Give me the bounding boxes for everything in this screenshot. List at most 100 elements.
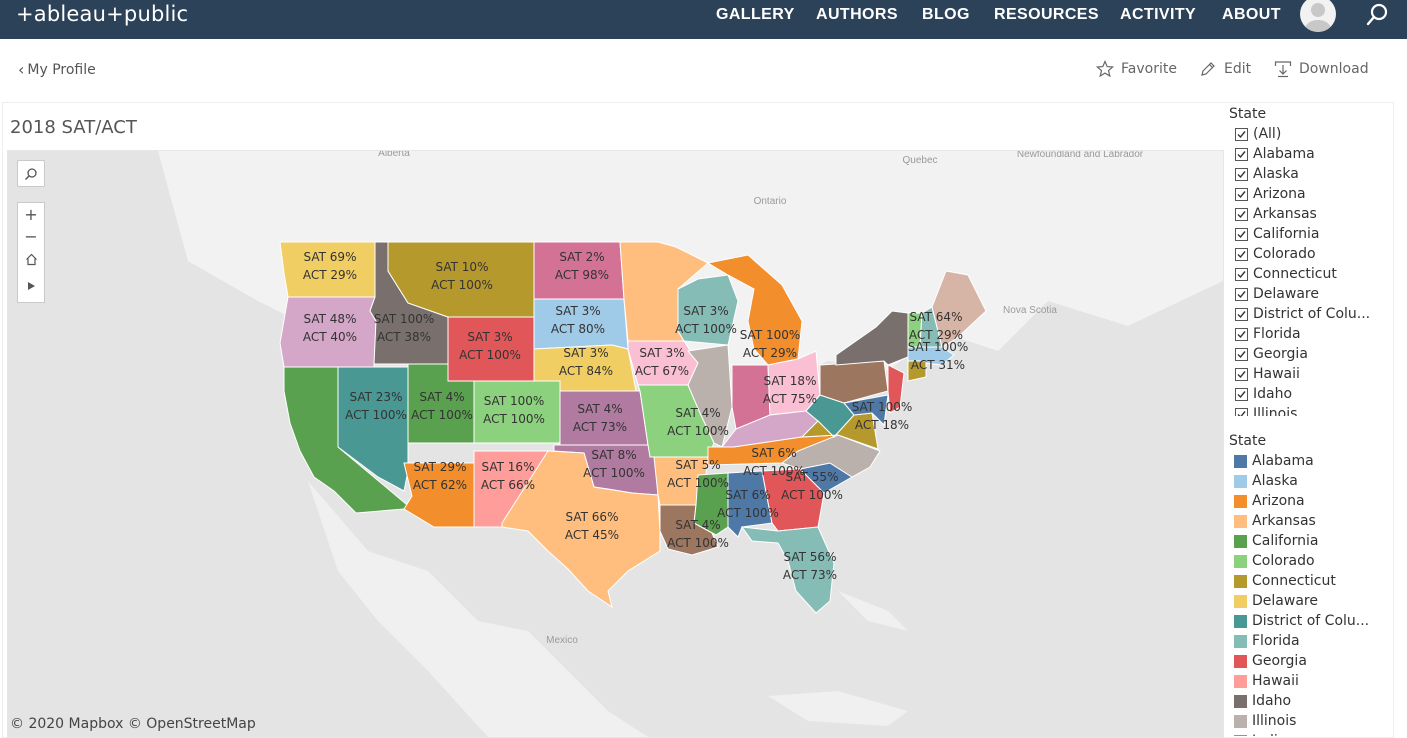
legend-item[interactable]: Illinois bbox=[1229, 711, 1399, 731]
legend-item[interactable]: Arkansas bbox=[1229, 511, 1399, 531]
state-filter-option[interactable]: Florida bbox=[1229, 324, 1399, 344]
nav-blog[interactable]: BLOG bbox=[922, 6, 970, 24]
state-act-label: ACT 84% bbox=[559, 364, 613, 378]
checkbox-checked-icon[interactable] bbox=[1235, 227, 1248, 241]
state-act-label: ACT 40% bbox=[303, 330, 357, 344]
state-filter-list: (All) Alabama Alaska Arizona Arkansas Califor… bbox=[1229, 124, 1399, 416]
legend-item[interactable]: Florida bbox=[1229, 631, 1399, 651]
state-sat-label: SAT 4% bbox=[675, 406, 720, 420]
basemap-label: Nova Scotia bbox=[1003, 305, 1057, 316]
state-act-label: ACT 67% bbox=[635, 364, 689, 378]
state-filter-option[interactable]: Hawaii bbox=[1229, 364, 1399, 384]
state-sat-label: SAT 100% bbox=[908, 340, 969, 354]
legend-item[interactable]: Colorado bbox=[1229, 551, 1399, 571]
checkbox-checked-icon[interactable] bbox=[1235, 407, 1248, 416]
reset-map-button[interactable] bbox=[18, 247, 44, 271]
legend-item[interactable]: District of Colu... bbox=[1229, 611, 1399, 631]
state-filter-option[interactable]: Alabama bbox=[1229, 144, 1399, 164]
user-avatar[interactable] bbox=[1300, 0, 1336, 32]
state-filter-option[interactable]: (All) bbox=[1229, 124, 1399, 144]
basemap-label: Quebec bbox=[902, 155, 937, 166]
checkbox-checked-icon[interactable] bbox=[1235, 267, 1248, 281]
minus-icon: − bbox=[24, 226, 38, 246]
choropleth-map[interactable]: Alberta Quebec Newfoundland and Labrador On… bbox=[8, 151, 1223, 737]
checkbox-checked-icon[interactable] bbox=[1235, 307, 1248, 321]
checkbox-checked-icon[interactable] bbox=[1235, 387, 1248, 401]
zoom-in-button[interactable]: + bbox=[18, 203, 44, 225]
expand-toolbar-button[interactable] bbox=[18, 271, 44, 301]
map-search-button[interactable] bbox=[17, 160, 45, 187]
edit-label: Edit bbox=[1224, 61, 1252, 77]
state-filter-option[interactable]: Colorado bbox=[1229, 244, 1399, 264]
checkbox-checked-icon[interactable] bbox=[1235, 347, 1248, 361]
state-act-label: ACT 100% bbox=[781, 488, 843, 502]
legend-item[interactable]: Alabama bbox=[1229, 451, 1399, 471]
state-act-label: ACT 100% bbox=[459, 348, 521, 362]
download-button[interactable]: Download bbox=[1274, 60, 1369, 78]
map-attribution[interactable]: © 2020 Mapbox © OpenStreetMap bbox=[10, 716, 256, 732]
checkbox-checked-icon[interactable] bbox=[1235, 167, 1248, 181]
legend-item[interactable]: Arizona bbox=[1229, 491, 1399, 511]
state-filter-option[interactable]: California bbox=[1229, 224, 1399, 244]
basemap-label: Alberta bbox=[378, 151, 410, 159]
legend-item[interactable]: Alaska bbox=[1229, 471, 1399, 491]
checkbox-checked-icon[interactable] bbox=[1235, 147, 1248, 161]
state-act-label: ACT 100% bbox=[667, 476, 729, 490]
state-legend-title: State bbox=[1229, 433, 1267, 449]
state-filter-option[interactable]: Idaho bbox=[1229, 384, 1399, 404]
nav-authors[interactable]: AUTHORS bbox=[816, 6, 898, 24]
state-filter-option[interactable]: Delaware bbox=[1229, 284, 1399, 304]
zoom-out-button[interactable]: − bbox=[18, 225, 44, 247]
state-sat-label: SAT 56% bbox=[784, 550, 837, 564]
state-sat-label: SAT 29% bbox=[414, 460, 467, 474]
side-panel: State (All) Alabama Alaska Arizona Arkansas C… bbox=[1229, 104, 1399, 736]
map-search-icon bbox=[25, 167, 37, 180]
back-to-profile-link[interactable]: ‹ My Profile bbox=[18, 60, 96, 79]
state-filter-option[interactable]: District of Colu... bbox=[1229, 304, 1399, 324]
state-act-label: ACT 66% bbox=[481, 478, 535, 492]
nav-activity[interactable]: ACTIVITY bbox=[1120, 6, 1196, 24]
checkbox-checked-icon[interactable] bbox=[1235, 367, 1248, 381]
search-icon[interactable] bbox=[1365, 2, 1391, 28]
state-sat-label: SAT 48% bbox=[304, 312, 357, 326]
nav-about[interactable]: ABOUT bbox=[1222, 6, 1281, 24]
play-icon bbox=[28, 282, 35, 290]
legend-item[interactable]: Georgia bbox=[1229, 651, 1399, 671]
nav-resources[interactable]: RESOURCES bbox=[994, 6, 1099, 24]
favorite-button[interactable]: Favorite bbox=[1096, 60, 1177, 78]
nav-gallery[interactable]: GALLERY bbox=[716, 6, 795, 24]
state-sat-label: SAT 23% bbox=[350, 390, 403, 404]
state-filter-option[interactable]: Connecticut bbox=[1229, 264, 1399, 284]
checkbox-checked-icon[interactable] bbox=[1235, 127, 1248, 141]
state-filter-option[interactable]: Alaska bbox=[1229, 164, 1399, 184]
checkbox-checked-icon[interactable] bbox=[1235, 187, 1248, 201]
favorite-label: Favorite bbox=[1121, 61, 1177, 77]
state-shape-ks[interactable] bbox=[559, 390, 649, 446]
state-filter-option[interactable]: Georgia bbox=[1229, 344, 1399, 364]
legend-item[interactable]: Hawaii bbox=[1229, 671, 1399, 691]
state-filter-option[interactable]: Arizona bbox=[1229, 184, 1399, 204]
legend-item[interactable]: California bbox=[1229, 531, 1399, 551]
tableau-public-logo[interactable]: +ableau+public bbox=[16, 2, 188, 26]
state-filter-label: (All) bbox=[1253, 126, 1282, 142]
map-view[interactable]: Alberta Quebec Newfoundland and Labrador On… bbox=[7, 150, 1224, 738]
state-filter-label: Arkansas bbox=[1253, 206, 1317, 222]
checkbox-checked-icon[interactable] bbox=[1235, 287, 1248, 301]
checkbox-checked-icon[interactable] bbox=[1235, 327, 1248, 341]
state-filter-label: Alaska bbox=[1253, 166, 1299, 182]
legend-item[interactable]: Delaware bbox=[1229, 591, 1399, 611]
state-sat-label: SAT 4% bbox=[577, 402, 622, 416]
state-filter-label: Delaware bbox=[1253, 286, 1319, 302]
basemap-label: Mexico bbox=[546, 635, 578, 646]
legend-item[interactable]: Connecticut bbox=[1229, 571, 1399, 591]
state-sat-label: SAT 4% bbox=[675, 518, 720, 532]
state-filter-option[interactable]: Arkansas bbox=[1229, 204, 1399, 224]
state-filter-label: Georgia bbox=[1253, 346, 1308, 362]
checkbox-checked-icon[interactable] bbox=[1235, 247, 1248, 261]
legend-item[interactable]: Indiana bbox=[1229, 731, 1399, 736]
legend-item[interactable]: Idaho bbox=[1229, 691, 1399, 711]
state-filter-option[interactable]: Illinois bbox=[1229, 404, 1399, 416]
edit-button[interactable]: Edit bbox=[1199, 60, 1251, 78]
checkbox-checked-icon[interactable] bbox=[1235, 207, 1248, 221]
top-navigation-bar: +ableau+public GALLERY AUTHORS BLOG RESO… bbox=[0, 0, 1407, 39]
